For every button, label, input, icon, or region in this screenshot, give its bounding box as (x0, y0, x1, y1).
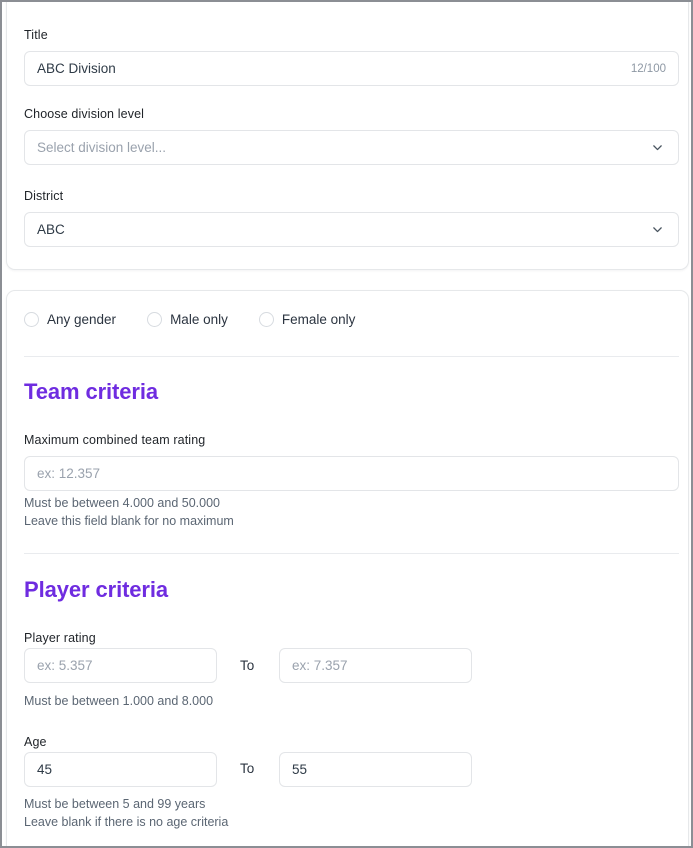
radio-option-female-only[interactable]: Female only (258, 312, 356, 327)
division-level-select[interactable]: Select division level... (24, 130, 679, 165)
district-select[interactable]: ABC (24, 212, 679, 247)
gender-radio-group: Any gender Male only Female only (24, 312, 355, 327)
district-field-group: District ABC (24, 189, 679, 247)
team-criteria-heading: Team criteria (24, 379, 159, 404)
player-rating-from-input[interactable]: ex: 5.357 (24, 648, 217, 683)
radio-circle-icon (147, 312, 163, 327)
player-rating-to-placeholder: ex: 7.357 (292, 658, 348, 673)
divider-team-player (24, 553, 679, 554)
max-team-rating-input[interactable]: ex: 12.357 (24, 456, 679, 491)
player-rating-helper-line1: Must be between 1.000 and 8.000 (24, 694, 214, 708)
max-team-rating-helper-line2: Leave this field blank for no maximum (24, 513, 234, 528)
title-label: Title (24, 28, 48, 42)
radio-option-male-only[interactable]: Male only (147, 312, 228, 327)
radio-circle-icon (24, 312, 39, 327)
player-criteria-heading: Player criteria (24, 577, 169, 602)
age-to-value: 55 (292, 762, 308, 777)
window-frame: Title ABC Division 12/100 Choose divisio… (0, 0, 693, 848)
chevron-down-icon (651, 223, 666, 236)
player-rating-to-label: To (240, 658, 255, 673)
age-to-input[interactable]: 55 (279, 752, 472, 787)
player-rating-from-placeholder: ex: 5.357 (37, 658, 93, 673)
title-input-value: ABC Division (37, 61, 116, 76)
radio-option-any-gender[interactable]: Any gender (24, 312, 116, 327)
radio-label-female-only: Female only (281, 312, 356, 327)
division-level-label: Choose division level (24, 107, 145, 121)
division-level-placeholder: Select division level... (37, 140, 167, 155)
age-helper-line1: Must be between 5 and 99 years (24, 797, 206, 811)
division-level-field-group: Choose division level Select division le… (24, 107, 679, 165)
age-label: Age (24, 735, 47, 749)
radio-circle-icon (258, 312, 274, 327)
divider-gender-team (24, 356, 679, 357)
radio-label-male-only: Male only (170, 312, 228, 327)
title-char-counter: 12/100 (630, 62, 666, 75)
player-rating-helper: Must be between 1.000 and 8.000 (24, 693, 213, 711)
age-from-input[interactable]: 45 (24, 752, 217, 787)
max-team-rating-placeholder: ex: 12.357 (37, 466, 101, 481)
max-team-rating-field-group: Maximum combined team rating ex: 12.357 (24, 433, 679, 491)
radio-label-any-gender: Any gender (47, 312, 117, 327)
title-input[interactable]: ABC Division 12/100 (24, 51, 679, 86)
age-from-value: 45 (37, 762, 53, 777)
age-helper: Must be between 5 and 99 years Leave bla… (24, 796, 228, 831)
max-team-rating-helper-line1: Must be between 4.000 and 50.000 (24, 496, 220, 510)
age-to-label: To (240, 761, 255, 776)
district-label: District (24, 189, 64, 203)
max-team-rating-helper: Must be between 4.000 and 50.000 Leave t… (24, 495, 234, 530)
age-helper-line2: Leave blank if there is no age criteria (24, 814, 229, 829)
chevron-down-icon (651, 141, 666, 154)
player-rating-to-input[interactable]: ex: 7.357 (279, 648, 472, 683)
form-scroll-area: Title ABC Division 12/100 Choose divisio… (4, 2, 691, 846)
player-rating-label: Player rating (24, 631, 96, 645)
max-team-rating-label: Maximum combined team rating (24, 433, 206, 447)
title-field-group: Title ABC Division 12/100 (24, 28, 679, 86)
district-select-value: ABC (37, 222, 65, 237)
